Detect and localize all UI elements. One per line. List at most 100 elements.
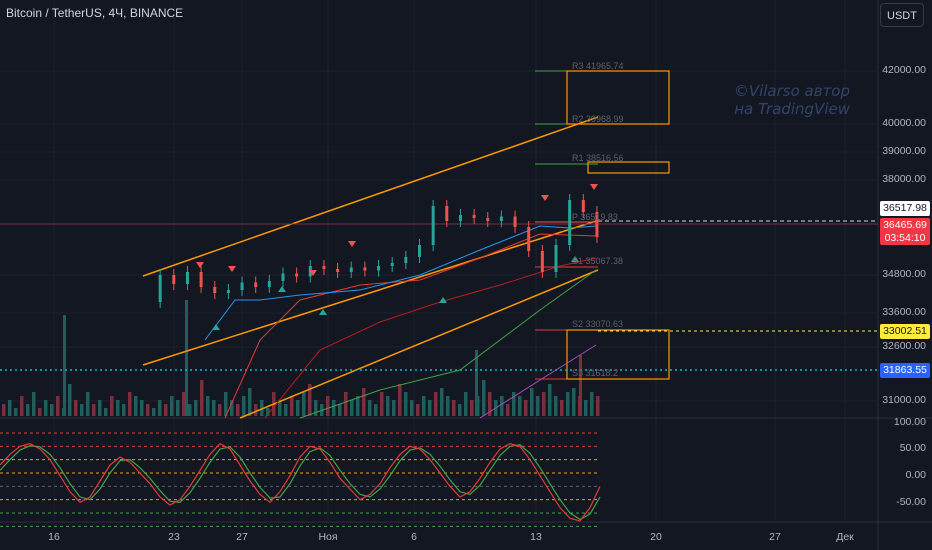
volume-bar: [152, 408, 156, 416]
last-price-tag: 36465.69 03:54:10: [880, 218, 930, 245]
target-zone-box: [587, 161, 670, 174]
volume-bar: [146, 404, 150, 416]
volume-spike: [63, 315, 66, 416]
volume-bar: [440, 388, 444, 416]
volume-bar: [140, 400, 144, 416]
volume-bar: [548, 384, 552, 416]
candle-body: [540, 251, 544, 272]
time-tick: 27: [236, 531, 248, 543]
candle-body: [295, 273, 299, 277]
volume-bar: [314, 400, 318, 416]
candle-body: [418, 245, 421, 257]
time-tick: Ноя: [318, 531, 338, 543]
candle-body: [554, 245, 558, 272]
pivot-label-s1: S1 35067.38: [572, 256, 624, 266]
volume-bar: [110, 396, 114, 416]
price-tick: 34800.00: [882, 268, 926, 280]
volume-bar: [104, 408, 108, 416]
stochastic-d-line: [0, 444, 601, 521]
candle-body: [199, 272, 203, 287]
candle-body: [404, 257, 408, 263]
volume-bar: [98, 400, 102, 416]
candle-body: [213, 287, 217, 293]
volume-bar: [236, 404, 240, 416]
volume-bar: [206, 396, 210, 416]
volume-bar: [350, 400, 354, 416]
volume-bar: [536, 396, 540, 416]
volume-bar: [458, 404, 462, 416]
volume-bar: [434, 392, 438, 416]
ma-line-red: [224, 233, 597, 419]
currency-button[interactable]: USDT: [880, 3, 924, 27]
stochastic-k-line: [0, 442, 601, 522]
volume-bar: [392, 400, 396, 416]
volume-bar: [2, 404, 6, 416]
candle-body: [158, 275, 162, 302]
volume-bar: [332, 400, 336, 416]
volume-bar: [182, 392, 186, 416]
volume-bar: [530, 388, 534, 416]
buy-signal-marker: [212, 324, 220, 330]
candle-body: [581, 200, 585, 212]
candle-body: [349, 267, 353, 272]
volume-bar: [26, 404, 30, 416]
volume-bar: [386, 396, 390, 416]
volume-bar: [410, 400, 414, 416]
volume-bar: [218, 404, 222, 416]
candle-body: [377, 266, 381, 271]
candle-body: [172, 275, 176, 284]
volume-bar: [422, 396, 426, 416]
volume-bar: [158, 400, 162, 416]
volume-bar: [254, 404, 258, 416]
candle-body: [226, 290, 230, 293]
volume-bar: [416, 404, 420, 416]
volume-bar: [284, 404, 288, 416]
volume-bar: [32, 392, 36, 416]
price-tick: 31000.00: [882, 394, 926, 406]
volume-bar: [398, 384, 402, 416]
channel-upper-line: [142, 116, 599, 277]
sell-signal-marker: [228, 266, 236, 272]
volume-bar: [8, 400, 12, 416]
oscillator-tick: 0.00: [905, 469, 926, 481]
volume-bar: [356, 396, 360, 416]
candle-body: [322, 266, 326, 269]
volume-bar: [122, 404, 126, 416]
time-tick: 23: [168, 531, 180, 543]
price-tick: 33600.00: [882, 306, 926, 318]
volume-bar: [38, 408, 42, 416]
volume-bar: [212, 400, 216, 416]
volume-bar: [86, 392, 90, 416]
price-tick: 40000.00: [882, 117, 926, 129]
volume-bar: [296, 400, 300, 416]
candle-body: [458, 215, 462, 221]
buy-signal-marker: [278, 286, 286, 292]
pivot-label-s3: S3 31618.2: [572, 368, 619, 378]
volume-bar: [572, 388, 576, 416]
volume-bar: [596, 396, 600, 416]
volume-bar: [368, 400, 372, 416]
buy-signal-marker: [319, 309, 327, 315]
volume-bar: [134, 396, 138, 416]
volume-bar: [80, 404, 84, 416]
time-tick: 13: [530, 531, 542, 543]
volume-spike: [475, 350, 478, 416]
ma-line-dark-red: [264, 257, 597, 419]
oscillator-tick: 100.00: [893, 416, 926, 428]
volume-bar: [524, 400, 528, 416]
volume-bar: [374, 404, 378, 416]
volume-bar: [326, 396, 330, 416]
volume-spike: [185, 300, 188, 416]
volume-bar: [590, 392, 594, 416]
price-tag-level: 31863.55: [880, 363, 930, 378]
volume-bar: [584, 400, 588, 416]
volume-bar: [464, 392, 468, 416]
symbol-title: Bitcoin / TetherUS, 4Ч, BINANCE: [6, 6, 184, 20]
volume-bar: [164, 404, 168, 416]
volume-bar: [128, 392, 132, 416]
volume-bar: [344, 392, 348, 416]
volume-bar: [518, 396, 522, 416]
volume-bar: [14, 408, 18, 416]
time-tick: 20: [650, 531, 662, 543]
volume-bar: [116, 400, 120, 416]
